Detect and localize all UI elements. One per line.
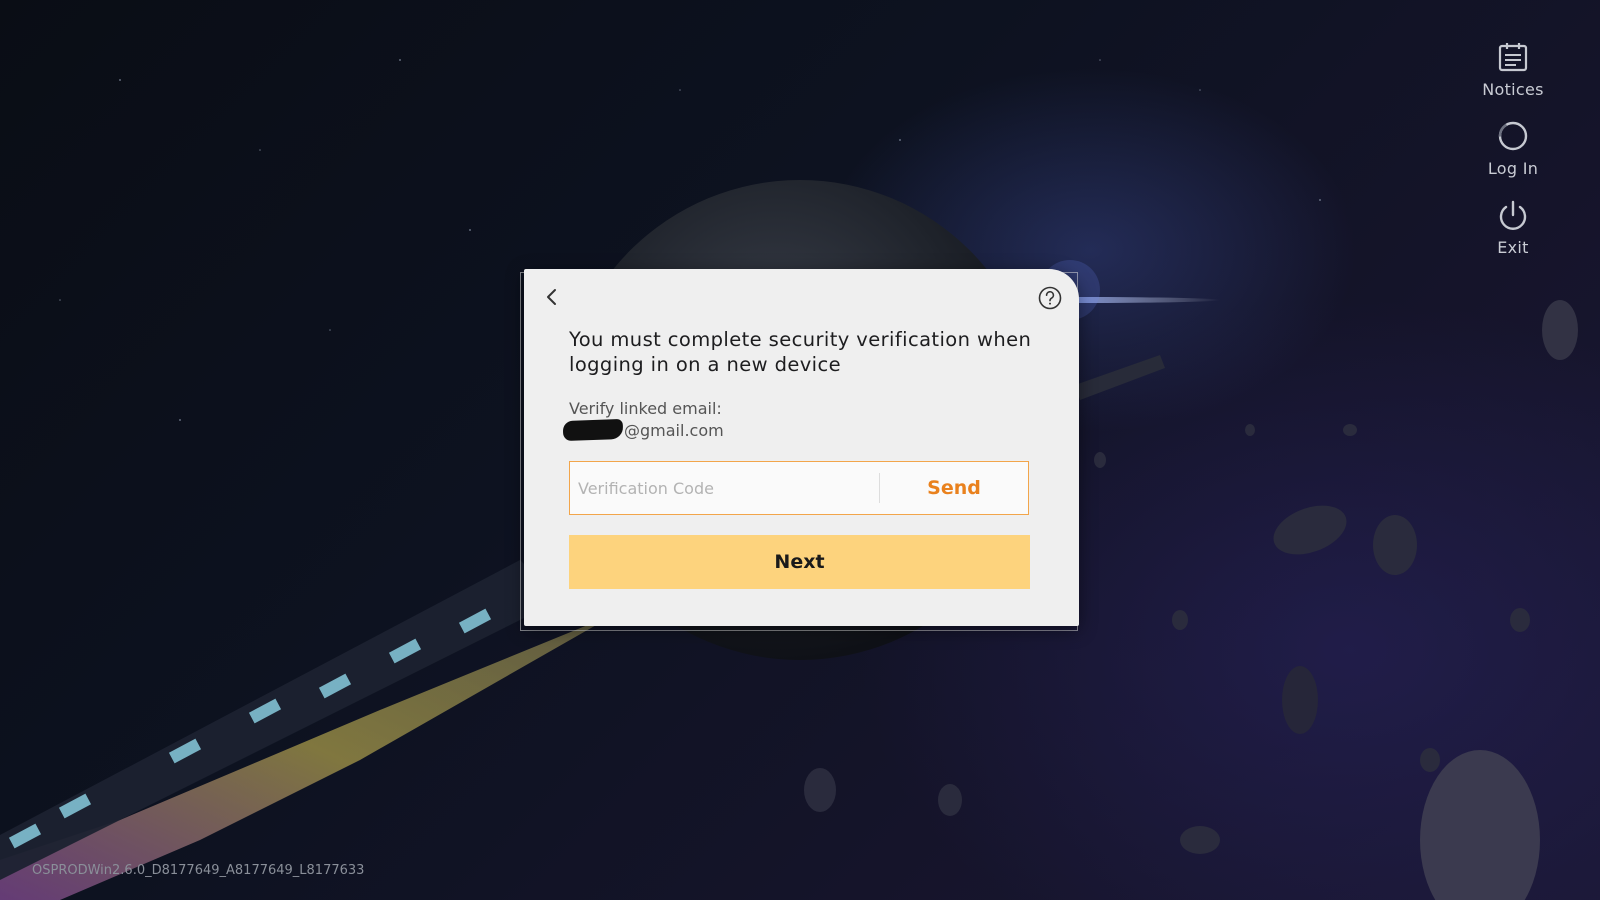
power-icon: [1499, 200, 1527, 230]
login-ring-icon: [1498, 121, 1528, 151]
back-button[interactable]: [540, 285, 564, 309]
verification-code-box: Send: [569, 461, 1029, 515]
login-button[interactable]: Log In: [1488, 119, 1538, 178]
email-suffix: @gmail.com: [624, 420, 724, 440]
security-verification-dialog: You must complete security verification …: [524, 269, 1079, 626]
notice-board-icon: [1498, 43, 1528, 72]
train: [0, 560, 560, 880]
verify-email-label: Verify linked email:: [569, 399, 722, 418]
exit-label: Exit: [1497, 238, 1529, 257]
help-circle-icon: [1038, 286, 1062, 310]
linked-email: @gmail.com: [562, 418, 724, 442]
chevron-left-icon: [547, 289, 556, 305]
redacted-email-prefix: [562, 418, 624, 442]
version-string: OSPRODWin2.6.0_D8177649_A8177649_L817763…: [32, 863, 365, 878]
dialog-title: You must complete security verification …: [569, 328, 1032, 376]
help-button[interactable]: [1037, 285, 1063, 311]
game-login-screen: Notices Log In Exit You must complete se…: [0, 0, 1600, 900]
exit-button[interactable]: Exit: [1496, 198, 1530, 257]
send-code-button[interactable]: Send: [880, 462, 1028, 514]
next-button[interactable]: Next: [569, 535, 1030, 589]
side-menu: Notices Log In Exit: [1468, 40, 1558, 257]
notices-label: Notices: [1482, 80, 1544, 99]
train-trail: [0, 600, 640, 900]
verification-code-input[interactable]: [570, 462, 879, 514]
notices-button[interactable]: Notices: [1482, 40, 1544, 99]
login-label: Log In: [1487, 159, 1539, 178]
